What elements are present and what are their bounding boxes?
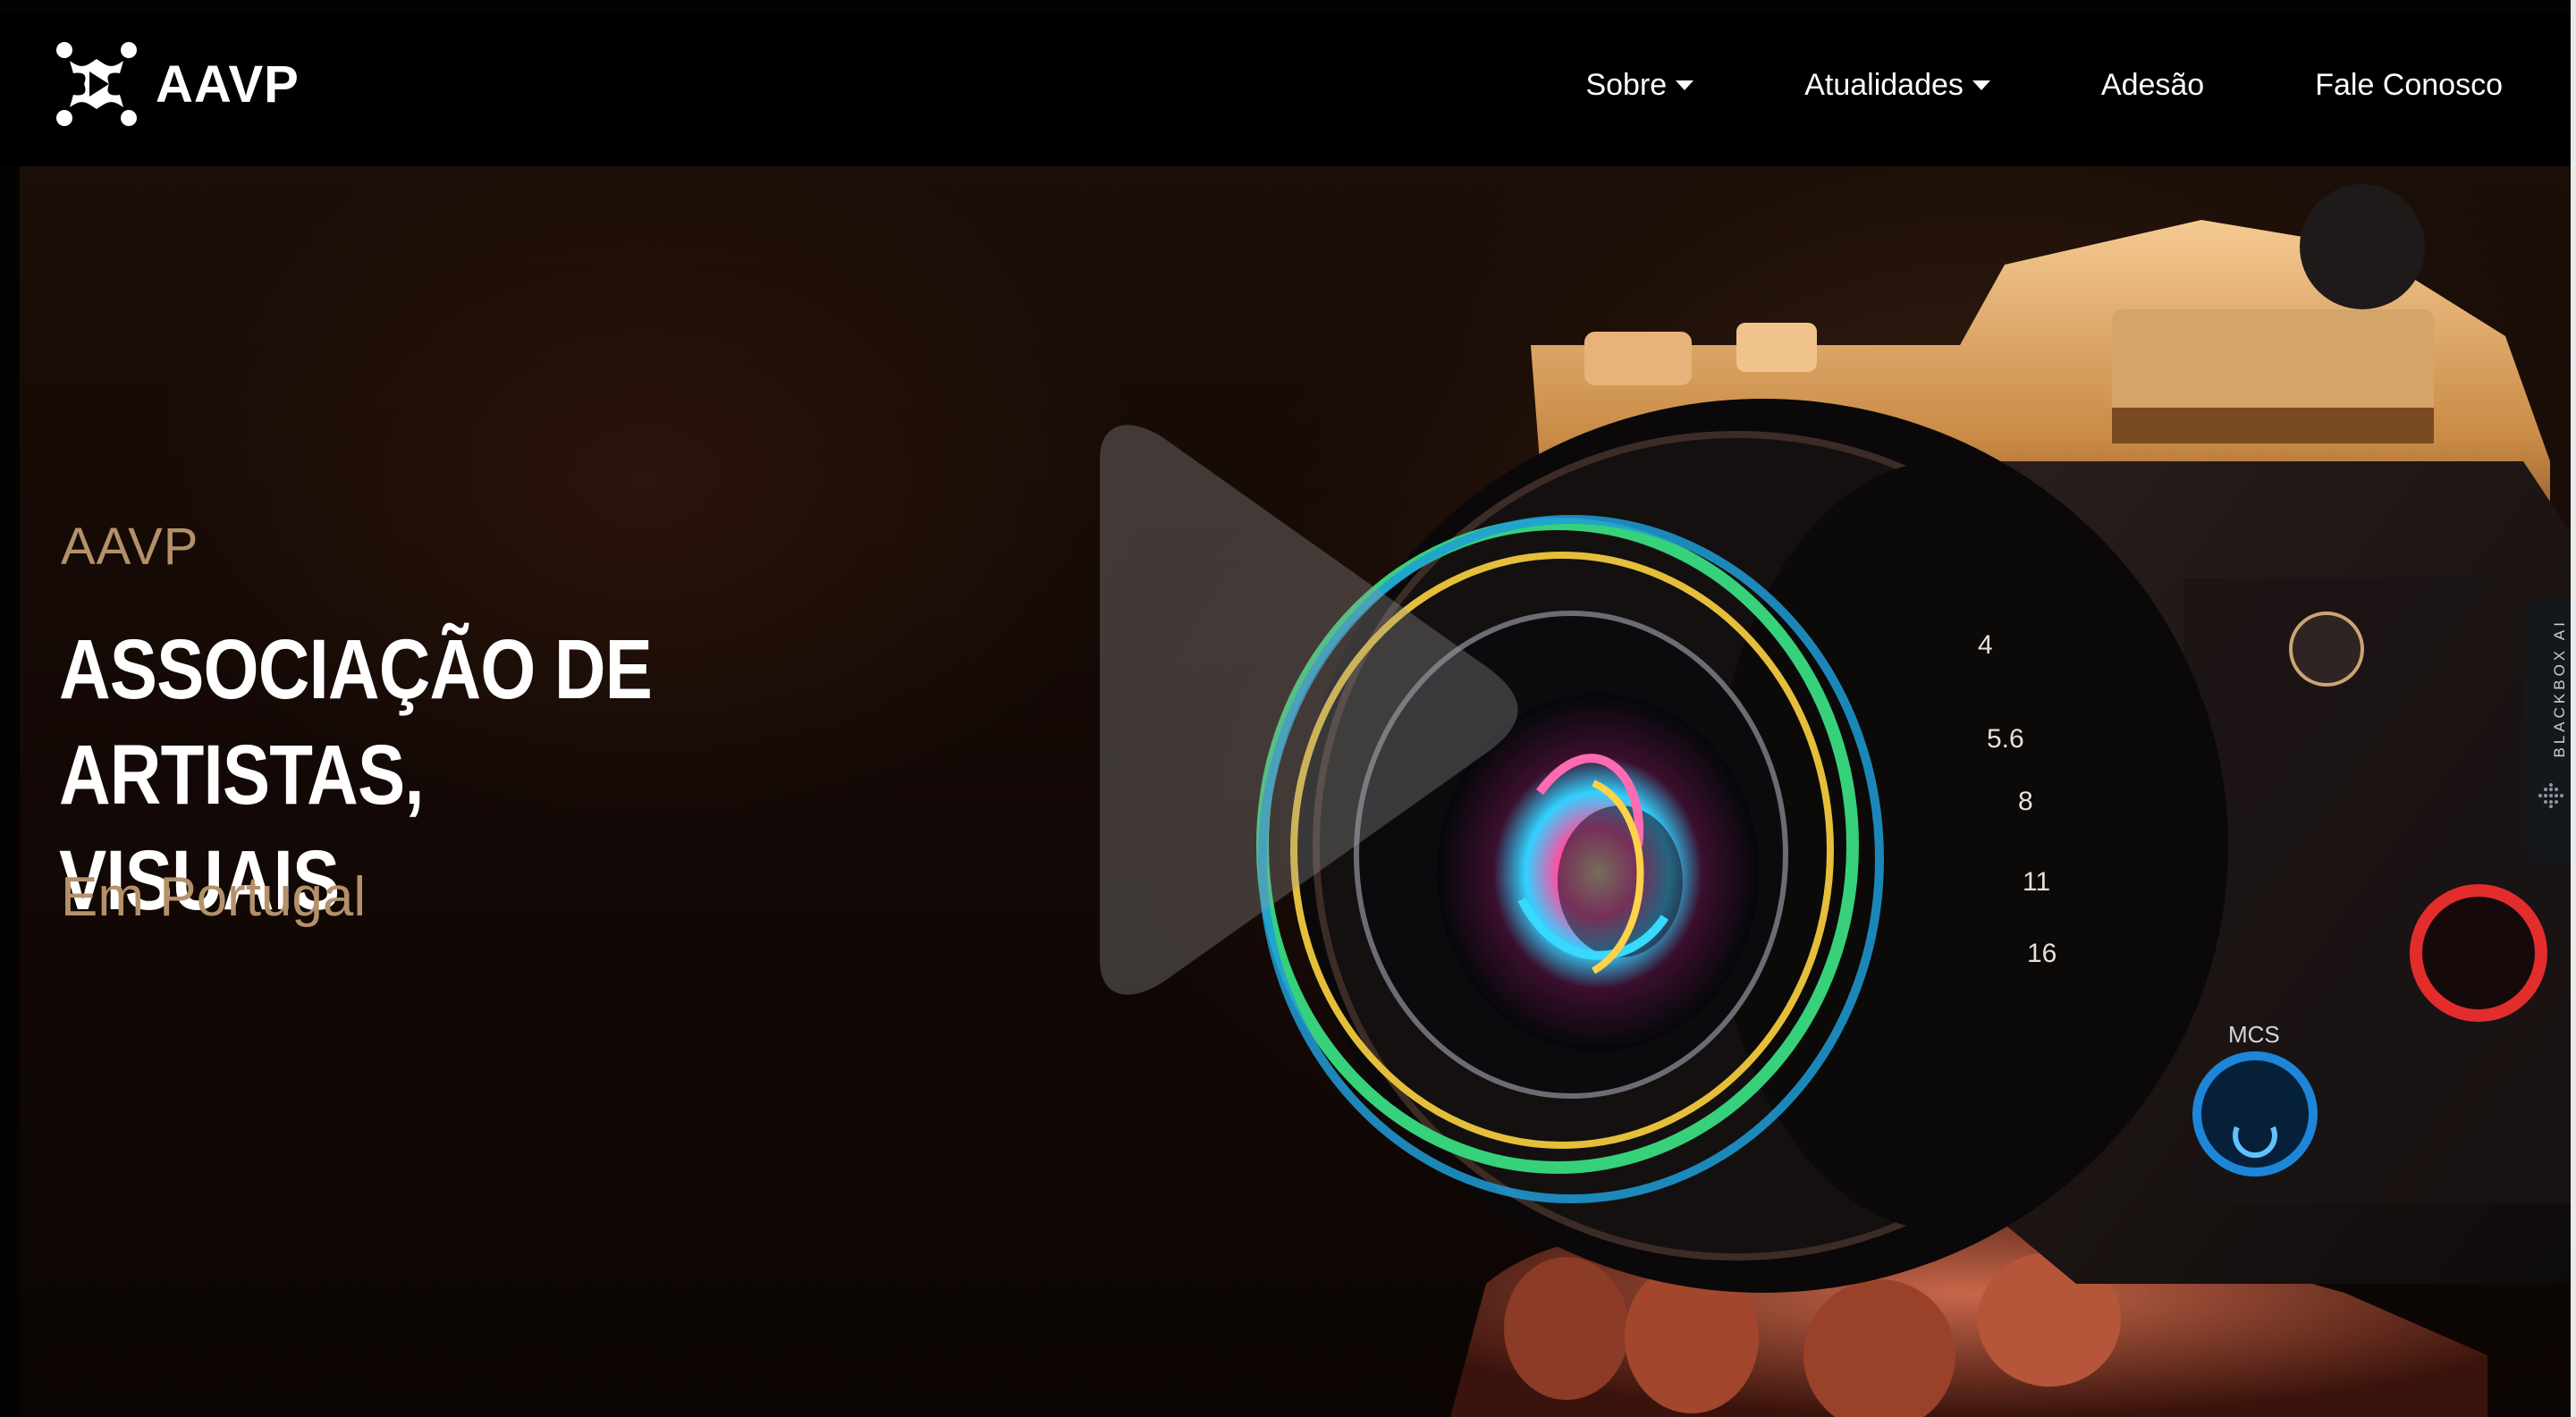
main-nav: Sobre Atualidades Adesão Fale Conosco (1585, 68, 2503, 103)
brand-logo[interactable]: AAVP (46, 34, 300, 134)
brand-name: AAVP (156, 55, 300, 114)
play-icon (1100, 425, 1518, 995)
lens-mark-11: 11 (2023, 867, 2050, 897)
site-header: AAVP Sobre Atualidades Adesão Fale Conos… (0, 13, 2576, 166)
nav-atualidades[interactable]: Atualidades (1804, 68, 1990, 103)
nav-fale-conosco-label: Fale Conosco (2315, 68, 2503, 102)
nav-atualidades-label: Atualidades (1804, 68, 1964, 102)
caret-down-icon (1676, 80, 1694, 90)
nav-sobre[interactable]: Sobre (1585, 68, 1694, 103)
lens-mark-16: 16 (2027, 939, 2057, 968)
nav-fale-conosco[interactable]: Fale Conosco (2315, 68, 2503, 103)
lens-mark-8: 8 (2018, 787, 2033, 816)
blackbox-ai-label: BLACKBOX AI (2551, 619, 2568, 758)
hero-headline-line1: ASSOCIAÇÃO DE ARTISTAS, (59, 622, 653, 822)
hero-subline: Em Portugal (61, 866, 367, 928)
nav-adesao[interactable]: Adesão (2101, 68, 2204, 103)
page-frame: MCS 4 5.6 8 11 16 AAVP Sobre Atualidades… (0, 0, 2576, 1417)
page-edge (2571, 0, 2576, 1417)
aavp-logo-icon (56, 42, 137, 126)
blackbox-ai-tab[interactable]: BLACKBOX AI (2526, 597, 2576, 864)
nav-adesao-label: Adesão (2100, 68, 2205, 102)
caret-down-icon (1972, 80, 1990, 90)
mcs-label: MCS (2228, 1021, 2280, 1048)
lens-mark-4: 4 (1978, 630, 1993, 660)
nav-sobre-label: Sobre (1585, 68, 1668, 102)
play-video-button[interactable] (1028, 424, 1529, 996)
dot-grid-icon (2538, 783, 2563, 808)
lens-mark-56: 5.6 (1987, 724, 2024, 754)
hero-eyebrow: AAVP (61, 518, 199, 576)
